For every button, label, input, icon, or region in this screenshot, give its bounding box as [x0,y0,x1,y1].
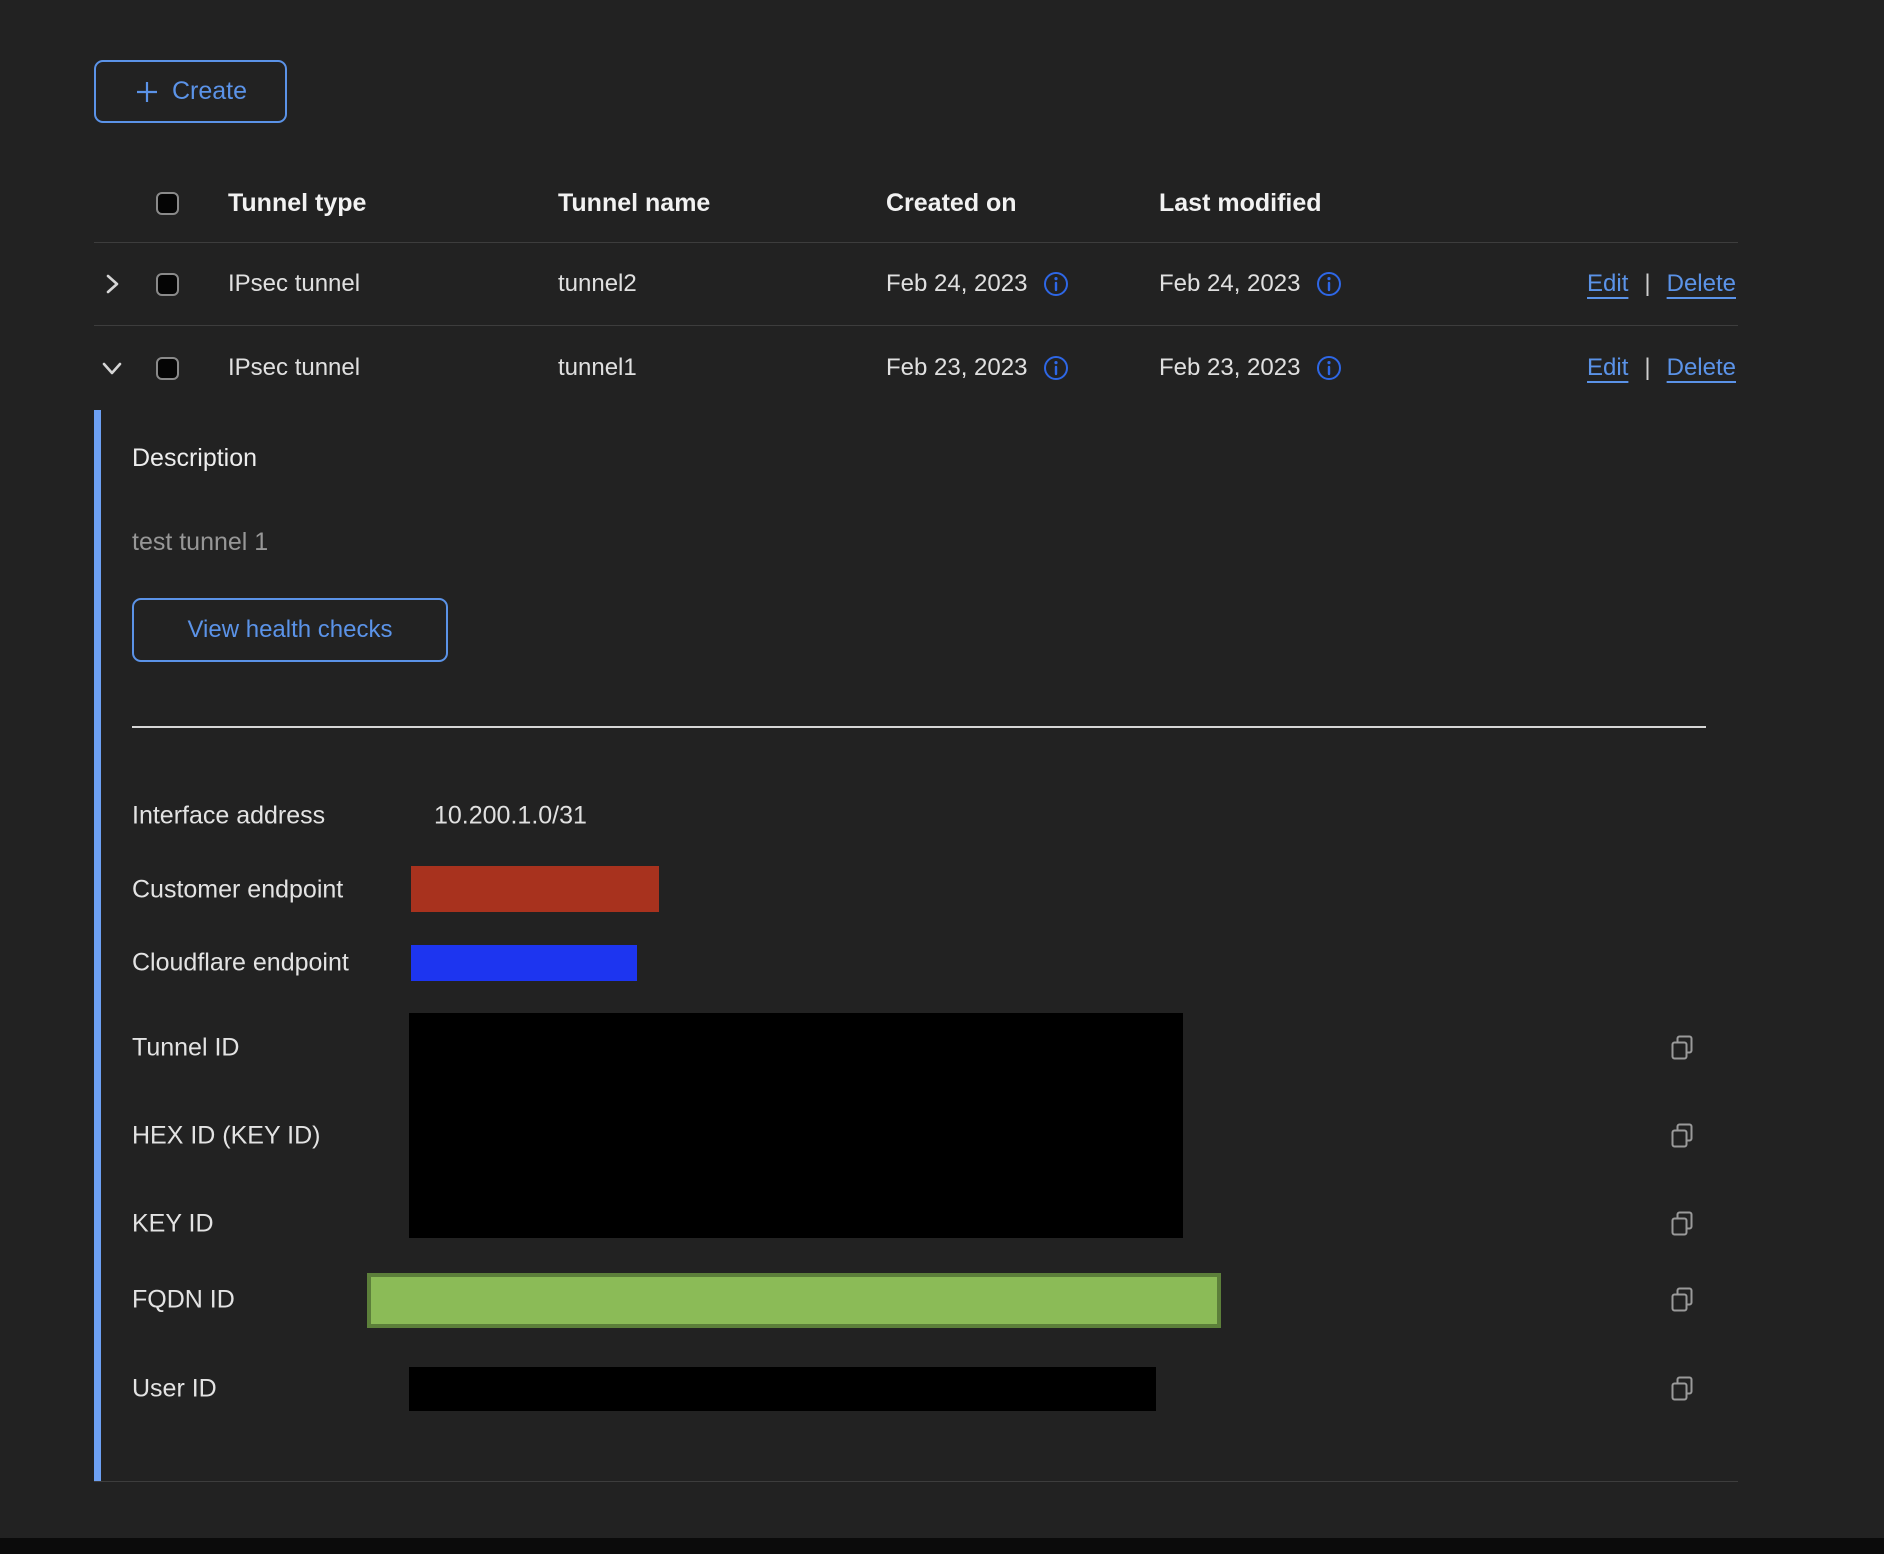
select-all-checkbox[interactable] [156,192,179,215]
delete-link[interactable]: Delete [1667,354,1736,382]
plus-icon [134,79,160,105]
created-on-cell: Feb 24, 2023 [886,270,1027,298]
table-header-row: Tunnel type Tunnel name Created on Last … [94,164,1738,243]
created-on-cell: Feb 23, 2023 [886,354,1027,382]
section-divider [132,726,1706,728]
interface-address-value: 10.200.1.0/31 [434,802,587,831]
tunnel-name-cell: tunnel2 [558,270,637,298]
tunnel-type-cell: IPsec tunnel [228,354,360,382]
edit-link[interactable]: Edit [1587,270,1628,298]
expanded-panel-bottom-border [94,1481,1738,1482]
bottom-strip [0,1538,1884,1554]
last-modified-cell: Feb 23, 2023 [1159,354,1300,382]
column-header-tunnel-name: Tunnel name [558,189,710,218]
fqdn-id-redaction [367,1273,1221,1328]
column-header-last-modified: Last modified [1159,189,1322,218]
collapse-row-button[interactable] [98,354,128,382]
chevron-down-icon [98,354,126,382]
create-button-label: Create [172,77,247,106]
copy-tunnel-id-button[interactable] [1668,1034,1696,1062]
expanded-panel-accent-bar [94,410,101,1482]
customer-endpoint-redaction [411,866,659,912]
copy-hex-id-button[interactable] [1668,1122,1696,1150]
actions-separator: | [1644,270,1650,298]
copy-fqdn-id-button[interactable] [1668,1286,1696,1314]
description-value: test tunnel 1 [132,528,268,557]
field-label-key-id: KEY ID [132,1210,214,1239]
row-checkbox[interactable] [156,273,179,296]
tunnel-hex-key-id-redaction [409,1013,1183,1238]
info-icon[interactable] [1043,271,1069,297]
field-label-fqdn-id: FQDN ID [132,1286,235,1315]
description-label: Description [132,444,257,473]
tunnel-type-cell: IPsec tunnel [228,270,360,298]
field-label-user-id: User ID [132,1375,217,1404]
expand-row-button[interactable] [98,270,128,298]
table-row: IPsec tunnel tunnel1 Feb 23, 2023 Feb 23… [94,326,1738,410]
view-health-checks-button[interactable]: View health checks [132,598,448,662]
table-row: IPsec tunnel tunnel2 Feb 24, 2023 Feb 24… [94,243,1738,326]
field-label-customer-endpoint: Customer endpoint [132,876,343,905]
field-label-interface-address: Interface address [132,802,325,831]
copy-key-id-button[interactable] [1668,1210,1696,1238]
create-button[interactable]: Create [94,60,287,123]
info-icon[interactable] [1316,355,1342,381]
user-id-redaction [409,1367,1156,1411]
field-label-tunnel-id: Tunnel ID [132,1034,239,1063]
copy-user-id-button[interactable] [1668,1375,1696,1403]
row-checkbox[interactable] [156,357,179,380]
info-icon[interactable] [1043,355,1069,381]
tunnels-page: Create Tunnel type Tunnel name Created o… [0,0,1884,1554]
cloudflare-endpoint-redaction [411,945,637,981]
field-label-cloudflare-endpoint: Cloudflare endpoint [132,949,349,978]
delete-link[interactable]: Delete [1667,270,1736,298]
column-header-created-on: Created on [886,189,1017,218]
chevron-right-icon [98,270,126,298]
column-header-tunnel-type: Tunnel type [228,189,366,218]
tunnel-name-cell: tunnel1 [558,354,637,382]
last-modified-cell: Feb 24, 2023 [1159,270,1300,298]
edit-link[interactable]: Edit [1587,354,1628,382]
field-label-hex-id: HEX ID (KEY ID) [132,1122,320,1151]
actions-separator: | [1644,354,1650,382]
info-icon[interactable] [1316,271,1342,297]
